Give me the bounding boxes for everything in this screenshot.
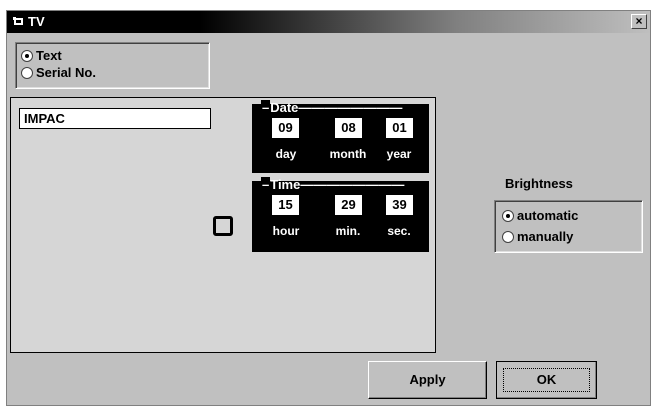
- month-value[interactable]: 08: [335, 118, 362, 138]
- radio-selected-icon[interactable]: [21, 49, 33, 62]
- time-group-label: –Time————————: [261, 177, 405, 192]
- focus-rectangle: [503, 368, 590, 392]
- tv-icon: [13, 17, 23, 25]
- display-mode-group: Text Serial No.: [15, 42, 210, 89]
- apply-button[interactable]: Apply: [368, 361, 487, 399]
- preview-panel: –Date———————— 09 08 01 day month year –T…: [10, 97, 436, 353]
- second-unit-label: sec.: [387, 224, 411, 238]
- date-group-label: –Date————————: [261, 100, 403, 115]
- brightness-manual-option[interactable]: manually: [502, 229, 573, 244]
- brightness-label: Brightness: [505, 176, 573, 191]
- window-title: TV: [28, 14, 45, 29]
- hour-unit-label: hour: [272, 224, 300, 238]
- close-icon: ×: [635, 14, 643, 28]
- year-value[interactable]: 01: [386, 118, 413, 138]
- text-input[interactable]: [19, 108, 211, 129]
- mode-text-label: Text: [36, 48, 62, 63]
- tv-dialog-window: TV × Text Serial No. –Date———————— 09 08…: [6, 10, 651, 406]
- mode-text-option[interactable]: Text: [21, 48, 62, 63]
- minute-value[interactable]: 29: [335, 195, 362, 215]
- mode-serial-option[interactable]: Serial No.: [21, 65, 96, 80]
- month-unit-label: month: [329, 147, 367, 161]
- brightness-automatic-option[interactable]: automatic: [502, 208, 578, 223]
- year-unit-label: year: [386, 147, 412, 161]
- day-value[interactable]: 09: [272, 118, 299, 138]
- day-unit-label: day: [275, 147, 297, 161]
- radio-selected-icon[interactable]: [502, 209, 514, 222]
- brightness-automatic-label: automatic: [517, 208, 579, 223]
- second-value[interactable]: 39: [386, 195, 413, 215]
- mode-serial-label: Serial No.: [36, 65, 96, 80]
- title-bar[interactable]: TV ×: [7, 11, 650, 33]
- hour-value[interactable]: 15: [272, 195, 299, 215]
- minute-unit-label: min.: [335, 224, 361, 238]
- brightness-group: automatic manually: [494, 200, 643, 253]
- close-button[interactable]: ×: [631, 14, 647, 29]
- radio-unselected-icon[interactable]: [21, 66, 33, 79]
- brightness-manual-label: manually: [517, 229, 574, 244]
- display-checkbox[interactable]: [213, 216, 233, 236]
- time-group: –Time———————— 15 29 39 hour min. sec.: [252, 177, 429, 252]
- date-group: –Date———————— 09 08 01 day month year: [252, 100, 429, 173]
- ok-button[interactable]: OK: [496, 361, 597, 399]
- radio-unselected-icon[interactable]: [502, 230, 514, 243]
